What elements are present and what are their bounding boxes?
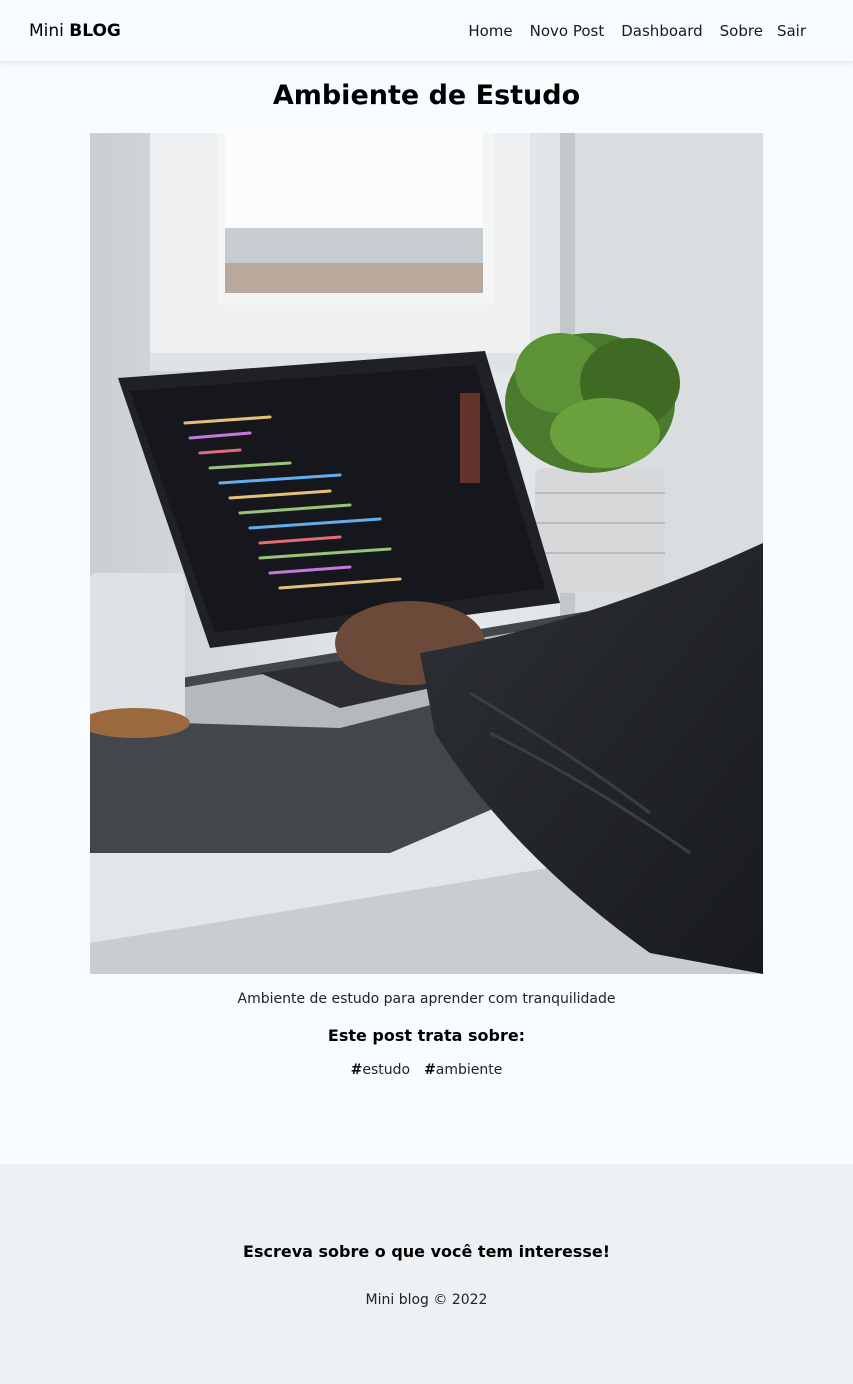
logout-button[interactable]: Sair [777, 22, 806, 40]
footer-title: Escreva sobre o que você tem interesse! [243, 1242, 610, 1261]
footer: Escreva sobre o que você tem interesse! … [0, 1164, 853, 1384]
nav-link-dashboard[interactable]: Dashboard [621, 22, 702, 40]
tag-item: #ambiente [424, 1062, 502, 1078]
tag-label: estudo [362, 1062, 411, 1078]
post-title: Ambiente de Estudo [272, 80, 581, 111]
navbar: Mini BLOG Home Novo Post Dashboard Sobre… [0, 0, 853, 61]
tag-hash: # [350, 1062, 363, 1078]
tag-hash: # [424, 1062, 436, 1078]
nav-links: Home Novo Post Dashboard Sobre Sair [451, 22, 825, 40]
nav-link-about[interactable]: Sobre [720, 22, 763, 40]
footer-copyright: Mini blog © 2022 [365, 1292, 488, 1308]
tags-heading: Este post trata sobre: [327, 1026, 526, 1045]
brand-logo[interactable]: Mini BLOG [29, 21, 121, 41]
post-image [90, 133, 763, 974]
tag-label: ambiente [435, 1062, 503, 1078]
post-body: Ambiente de estudo para aprender com tra… [237, 991, 616, 1007]
tags-list: #estudo #ambiente [0, 1062, 853, 1078]
brand-prefix: Mini [29, 20, 64, 41]
tag-item: #estudo [351, 1062, 410, 1078]
nav-link-new-post[interactable]: Novo Post [530, 22, 605, 40]
nav-link-home[interactable]: Home [468, 22, 512, 40]
brand-bold: BLOG [69, 20, 121, 41]
